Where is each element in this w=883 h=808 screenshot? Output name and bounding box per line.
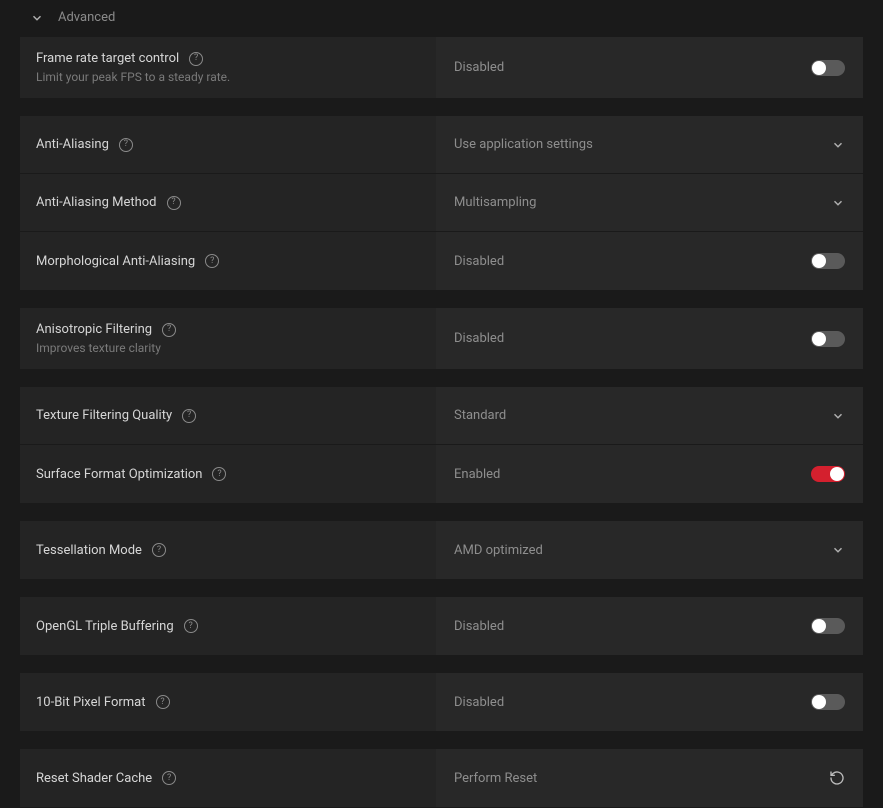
settings-group: Texture Filtering Quality ? Standard Sur…	[20, 387, 863, 503]
toggle-morphological-aa[interactable]	[811, 253, 845, 269]
row-tessellation-mode[interactable]: Tessellation Mode ? AMD optimized	[20, 521, 863, 579]
settings-group: OpenGL Triple Buffering ? Disabled	[20, 597, 863, 655]
row-frame-rate-target: Frame rate target control ? Limit your p…	[20, 37, 863, 98]
setting-label: Surface Format Optimization	[36, 467, 202, 482]
setting-value: Multisampling	[454, 195, 536, 210]
setting-label: Anisotropic Filtering	[36, 322, 152, 337]
row-reset-shader-cache: Reset Shader Cache ? Perform Reset	[20, 749, 863, 807]
help-icon[interactable]: ?	[162, 771, 176, 785]
toggle-opengl-triple[interactable]	[811, 618, 845, 634]
help-icon[interactable]: ?	[156, 695, 170, 709]
setting-value: Disabled	[454, 619, 504, 634]
setting-value: Disabled	[454, 331, 504, 346]
settings-group: Frame rate target control ? Limit your p…	[20, 37, 863, 98]
row-surface-format-optimization: Surface Format Optimization ? Enabled	[20, 445, 863, 503]
toggle-surface-format[interactable]	[811, 466, 845, 482]
help-icon[interactable]: ?	[119, 138, 133, 152]
settings-group: Reset Shader Cache ? Perform Reset	[20, 749, 863, 807]
settings-group: Tessellation Mode ? AMD optimized	[20, 521, 863, 579]
help-icon[interactable]: ?	[205, 254, 219, 268]
setting-label: OpenGL Triple Buffering	[36, 619, 174, 634]
row-left: Frame rate target control ? Limit your p…	[20, 37, 436, 98]
setting-label: Tessellation Mode	[36, 543, 142, 558]
reset-icon[interactable]	[829, 770, 845, 786]
setting-value: AMD optimized	[454, 543, 543, 558]
help-icon[interactable]: ?	[167, 196, 181, 210]
setting-value: Disabled	[454, 254, 504, 269]
setting-value: Standard	[454, 408, 506, 423]
setting-label: Texture Filtering Quality	[36, 408, 172, 423]
setting-value: Enabled	[454, 467, 500, 482]
help-icon[interactable]: ?	[184, 619, 198, 633]
row-morphological-aa: Morphological Anti-Aliasing ? Disabled	[20, 232, 863, 290]
chevron-down-icon	[831, 543, 845, 557]
row-10-bit-pixel-format: 10-Bit Pixel Format ? Disabled	[20, 673, 863, 731]
help-icon[interactable]: ?	[162, 323, 176, 337]
settings-group: Anti-Aliasing ? Use application settings…	[20, 116, 863, 290]
help-icon[interactable]: ?	[152, 543, 166, 557]
help-icon[interactable]: ?	[212, 467, 226, 481]
chevron-down-icon	[831, 196, 845, 210]
setting-label: 10-Bit Pixel Format	[36, 695, 146, 710]
row-right: Disabled	[436, 37, 863, 98]
setting-value: Use application settings	[454, 137, 593, 152]
label-line: Frame rate target control ?	[36, 51, 420, 66]
row-anti-aliasing-method[interactable]: Anti-Aliasing Method ? Multisampling	[20, 174, 863, 232]
setting-value: Disabled	[454, 695, 504, 710]
setting-label: Anti-Aliasing	[36, 137, 109, 152]
toggle-frame-rate[interactable]	[811, 60, 845, 76]
toggle-anisotropic[interactable]	[811, 331, 845, 347]
setting-subtext: Limit your peak FPS to a steady rate.	[36, 70, 420, 84]
setting-label: Reset Shader Cache	[36, 771, 152, 786]
chevron-down-icon	[831, 409, 845, 423]
settings-group: Anisotropic Filtering ? Improves texture…	[20, 308, 863, 369]
row-anisotropic-filtering: Anisotropic Filtering ? Improves texture…	[20, 308, 863, 369]
help-icon[interactable]: ?	[189, 52, 203, 66]
setting-label: Anti-Aliasing Method	[36, 195, 157, 210]
setting-value: Disabled	[454, 60, 504, 75]
section-title: Advanced	[58, 10, 115, 25]
setting-value: Perform Reset	[454, 771, 537, 786]
chevron-down-icon	[30, 11, 44, 25]
setting-label: Morphological Anti-Aliasing	[36, 254, 195, 269]
row-opengl-triple-buffering: OpenGL Triple Buffering ? Disabled	[20, 597, 863, 655]
toggle-10-bit[interactable]	[811, 694, 845, 710]
setting-subtext: Improves texture clarity	[36, 341, 420, 355]
section-header-advanced[interactable]: Advanced	[0, 0, 883, 37]
row-texture-filtering-quality[interactable]: Texture Filtering Quality ? Standard	[20, 387, 863, 445]
row-anti-aliasing[interactable]: Anti-Aliasing ? Use application settings	[20, 116, 863, 174]
setting-label: Frame rate target control	[36, 51, 179, 66]
help-icon[interactable]: ?	[182, 409, 196, 423]
settings-group: 10-Bit Pixel Format ? Disabled	[20, 673, 863, 731]
chevron-down-icon	[831, 138, 845, 152]
